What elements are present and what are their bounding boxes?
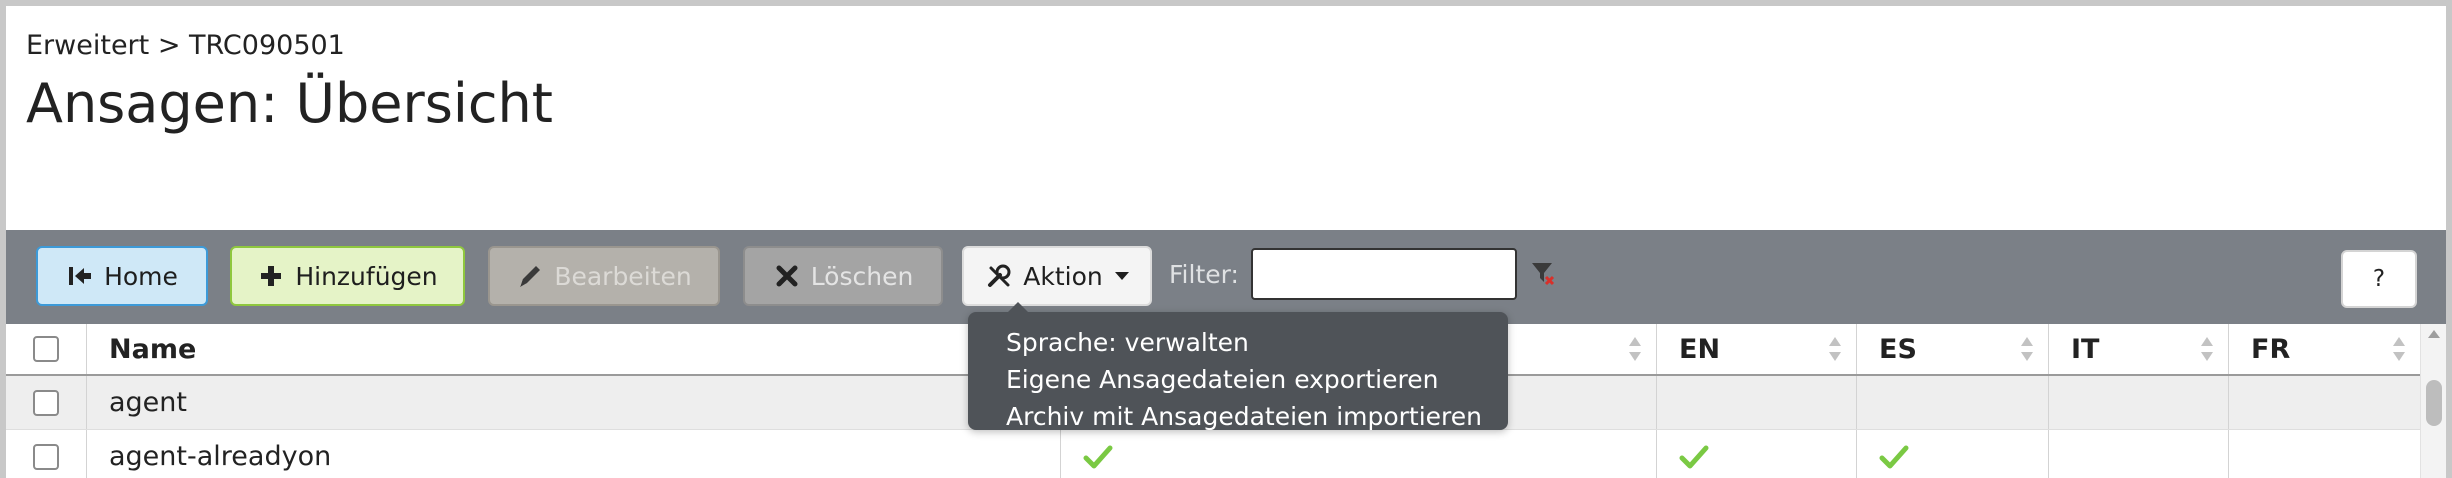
it-cell — [2048, 376, 2228, 429]
sort-arrows-icon — [1629, 337, 1641, 361]
menu-item-manage-language[interactable]: Sprache: verwalten — [1006, 324, 1508, 361]
column-header-fr[interactable]: FR — [2228, 324, 2420, 374]
checkmark-icon — [1679, 445, 1709, 468]
name-cell: agent — [86, 376, 1060, 429]
language-cell — [1060, 430, 1656, 478]
scroll-thumb[interactable] — [2426, 380, 2442, 426]
sort-arrows-icon — [2201, 337, 2213, 361]
sort-arrows-icon — [1829, 337, 1841, 361]
delete-button[interactable]: Löschen — [743, 246, 943, 306]
pencil-icon — [516, 262, 544, 290]
row-checkbox[interactable] — [33, 443, 59, 470]
en-cell — [1656, 430, 1856, 478]
table-scrollbar[interactable] — [2420, 324, 2446, 478]
action-dropdown-menu: Sprache: verwalten Eigene Ansagedateien … — [968, 302, 1508, 431]
fr-cell — [2228, 376, 2420, 429]
select-all-cell — [6, 324, 86, 374]
column-header-it[interactable]: IT — [2048, 324, 2228, 374]
row-name: agent — [109, 387, 187, 418]
es-cell — [1856, 376, 2048, 429]
app-window: Erweitert > TRC090501 Ansagen: Übersicht… — [6, 6, 2446, 478]
checkmark-icon — [1879, 445, 1909, 468]
sort-arrows-icon — [2021, 337, 2033, 361]
row-checkbox[interactable] — [33, 389, 59, 416]
table-row[interactable]: agent-alreadyon — [6, 430, 2420, 478]
scroll-up-icon[interactable] — [2428, 330, 2440, 338]
home-button-label: Home — [104, 261, 178, 291]
filter-input[interactable] — [1251, 248, 1517, 300]
home-button[interactable]: Home — [36, 246, 208, 306]
x-icon — [773, 262, 801, 290]
help-button[interactable]: ? — [2341, 250, 2417, 308]
column-header-name[interactable]: Name — [86, 324, 1060, 374]
filter-label: Filter: — [1169, 260, 1239, 289]
sort-arrows-icon — [2393, 337, 2405, 361]
column-header-en[interactable]: EN — [1656, 324, 1856, 374]
menu-item-export-files[interactable]: Eigene Ansagedateien exportieren — [1006, 361, 1508, 398]
breadcrumb[interactable]: Erweitert > TRC090501 — [26, 30, 345, 61]
select-all-checkbox[interactable] — [33, 336, 59, 362]
row-select-cell — [6, 430, 86, 478]
tools-icon — [985, 262, 1013, 290]
it-cell — [2048, 430, 2228, 478]
edit-button-label: Bearbeiten — [554, 261, 692, 291]
action-button-label: Aktion — [1023, 261, 1103, 291]
name-cell: agent-alreadyon — [86, 430, 1060, 478]
en-cell — [1656, 376, 1856, 429]
toolbar: Home Hinzufügen Bearbeiten Löschen Aktio — [6, 230, 2446, 324]
row-name: agent-alreadyon — [109, 441, 332, 472]
column-header-fr-label: FR — [2251, 333, 2291, 365]
add-button-label: Hinzufügen — [295, 261, 438, 291]
edit-button[interactable]: Bearbeiten — [488, 246, 720, 306]
menu-item-import-archive[interactable]: Archiv mit Ansagedateien importieren — [1006, 398, 1508, 435]
fr-cell — [2228, 430, 2420, 478]
action-button[interactable]: Aktion — [962, 246, 1152, 306]
chevron-down-icon — [1114, 272, 1129, 280]
column-header-es[interactable]: ES — [1856, 324, 2048, 374]
checkmark-icon — [1083, 445, 1113, 468]
page-title: Ansagen: Übersicht — [26, 72, 553, 135]
home-first-icon — [66, 262, 94, 290]
column-header-name-label: Name — [109, 333, 197, 365]
es-cell — [1856, 430, 2048, 478]
delete-button-label: Löschen — [810, 261, 914, 291]
plus-icon — [257, 262, 285, 290]
row-select-cell — [6, 376, 86, 429]
add-button[interactable]: Hinzufügen — [230, 246, 465, 306]
column-header-es-label: ES — [1879, 333, 1917, 365]
funnel-clear-icon[interactable] — [1530, 260, 1556, 286]
column-header-it-label: IT — [2071, 333, 2100, 365]
dropdown-pointer — [1008, 302, 1028, 312]
column-header-en-label: EN — [1679, 333, 1721, 365]
